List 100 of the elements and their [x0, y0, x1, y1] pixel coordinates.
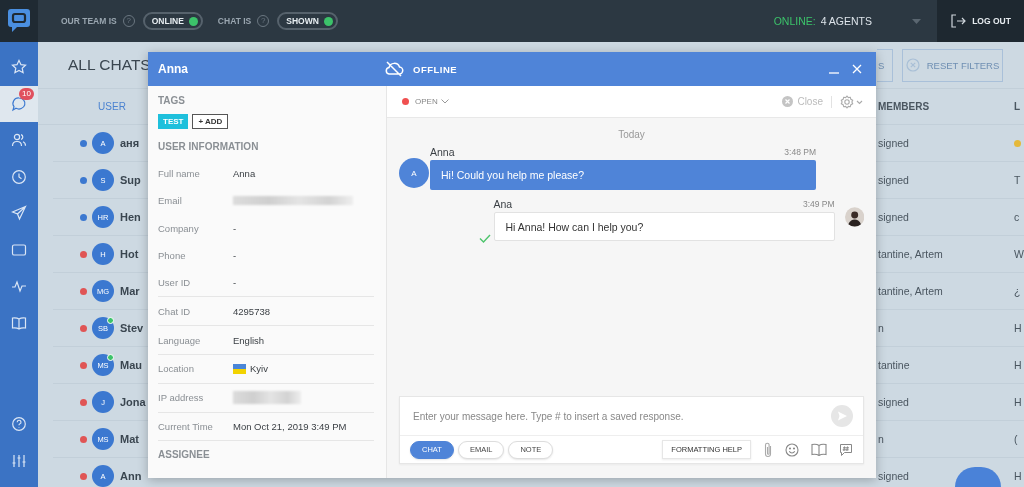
- column-header[interactable]: L: [1014, 101, 1024, 112]
- members-cell: tantine, Artem: [878, 248, 943, 260]
- members-cell: signed: [878, 211, 909, 223]
- book-icon[interactable]: [811, 443, 827, 456]
- field-label: Chat ID: [158, 305, 192, 317]
- field-value: -: [233, 222, 237, 234]
- tag[interactable]: TEST: [158, 114, 189, 129]
- close-circle-icon: [782, 96, 794, 107]
- user-name: Mau: [119, 359, 143, 371]
- emoji-icon: [1014, 139, 1021, 147]
- members-cell: signed: [878, 396, 909, 408]
- field-value: -: [233, 250, 237, 262]
- window-icon: [11, 241, 27, 258]
- users-icon: [11, 132, 27, 149]
- last-message-cell-text: H: [1014, 396, 1023, 408]
- close-chat-button[interactable]: Close: [782, 96, 823, 107]
- chevron-icon: [440, 99, 449, 104]
- chat-label: CHAT IS: [217, 16, 252, 26]
- user-name: Mar: [119, 285, 141, 297]
- visitor-name: Anna: [158, 62, 188, 76]
- nav-item[interactable]: 10: [0, 85, 38, 122]
- reset-filters-button[interactable]: RESET FILTERS: [902, 48, 1003, 82]
- author-name: Anna: [430, 146, 455, 158]
- field-value: Mon Oct 21, 2019 3:49 PM: [233, 421, 347, 433]
- user-name: аня: [119, 137, 141, 149]
- field-label: Location: [158, 363, 195, 375]
- connection-status: OFFLINE: [413, 63, 458, 75]
- status-dot: [402, 98, 409, 105]
- avatar: A: [399, 158, 429, 188]
- field-label: Current Time: [158, 421, 214, 433]
- field-value: Kyiv: [250, 363, 268, 375]
- activity-icon: [11, 278, 27, 295]
- field-value: Anna: [233, 168, 256, 180]
- chat-bubble-icon: [11, 95, 27, 112]
- members-cell: signed: [878, 174, 909, 186]
- author-name: Ana: [493, 198, 513, 210]
- message-time: 3:48 PM: [784, 147, 816, 157]
- logout-button[interactable]: LOG OUT: [937, 0, 1024, 42]
- close-circle-icon: [905, 58, 920, 72]
- team-status-toggle[interactable]: ONLINE: [142, 12, 203, 30]
- user-name: Hot: [119, 248, 140, 260]
- members-cell: n: [878, 433, 884, 445]
- canned-response-icon[interactable]: [839, 442, 853, 457]
- field-label: Full name: [158, 168, 201, 180]
- section-heading: USER INFORMATION: [158, 141, 260, 152]
- message-bubble: Hi! Could you help me please?: [430, 160, 816, 190]
- smiley-icon[interactable]: [785, 442, 799, 457]
- field-label: IP address: [158, 392, 205, 404]
- sliders-icon: [11, 452, 27, 469]
- settings-icon[interactable]: [840, 94, 864, 109]
- team-label: OUR TEAM IS: [61, 16, 117, 26]
- members-cell: signed: [878, 470, 909, 482]
- field-value: English: [233, 334, 265, 346]
- field-label: Phone: [158, 250, 187, 262]
- field-label: User ID: [158, 277, 192, 289]
- user-name: Stev: [119, 322, 145, 334]
- add-tag-button[interactable]: + ADD: [192, 114, 229, 129]
- book-icon: [11, 314, 27, 331]
- online-indicator: [107, 354, 114, 361]
- user-name: Ann: [119, 470, 143, 482]
- user-name: Sup: [119, 174, 142, 186]
- clock-icon: [11, 168, 27, 185]
- last-message-cell-text: T: [1014, 174, 1022, 186]
- field-label: Email: [158, 195, 183, 207]
- members-cell: tantine, Artem: [878, 285, 943, 297]
- logo-icon: [7, 8, 31, 34]
- last-message-cell-text: H: [1014, 359, 1023, 371]
- page-title: ALL CHATS: [68, 56, 151, 74]
- cloud-offline-icon: [384, 61, 404, 77]
- message-bubble: Hi Anna! How can I help you?: [493, 212, 835, 241]
- caret-icon[interactable]: [912, 18, 921, 24]
- close-icon[interactable]: [852, 64, 862, 74]
- section-heading: TAGS: [158, 95, 187, 106]
- field-value: 4295738: [233, 305, 270, 317]
- field-label: Language: [158, 334, 202, 346]
- avatar-silhouette: [844, 207, 864, 227]
- date-divider: Today: [617, 129, 646, 140]
- user-name: Hen: [119, 211, 142, 223]
- message-time: 3:49 PM: [802, 199, 835, 209]
- last-message-cell-text: c: [1014, 211, 1021, 223]
- logout-icon: [950, 14, 967, 28]
- last-message-cell-text: ¿: [1014, 285, 1022, 297]
- members-cell: n: [878, 322, 884, 334]
- chat-status-toggle[interactable]: SHOWN: [277, 12, 338, 30]
- paperclip-icon[interactable]: [763, 441, 773, 458]
- last-message-cell: W: [1014, 248, 1024, 260]
- column-header[interactable]: MEMBERS: [878, 101, 1014, 112]
- redacted-value: [233, 391, 301, 405]
- section-heading: ASSIGNEE: [158, 440, 374, 461]
- members-cell: tantine: [878, 359, 910, 371]
- filter-button[interactable]: S: [877, 48, 893, 82]
- column-header[interactable]: USER: [76, 101, 148, 112]
- agents-count: 4 AGENTS: [820, 15, 872, 27]
- last-message-cell-text: H: [1014, 322, 1023, 334]
- online-indicator: [107, 317, 114, 324]
- help-icon: [11, 416, 27, 433]
- star-icon: [11, 59, 27, 76]
- status-dropdown[interactable]: OPEN: [415, 97, 449, 106]
- agents-label: ONLINE:: [773, 15, 816, 27]
- send-icon: [11, 205, 27, 222]
